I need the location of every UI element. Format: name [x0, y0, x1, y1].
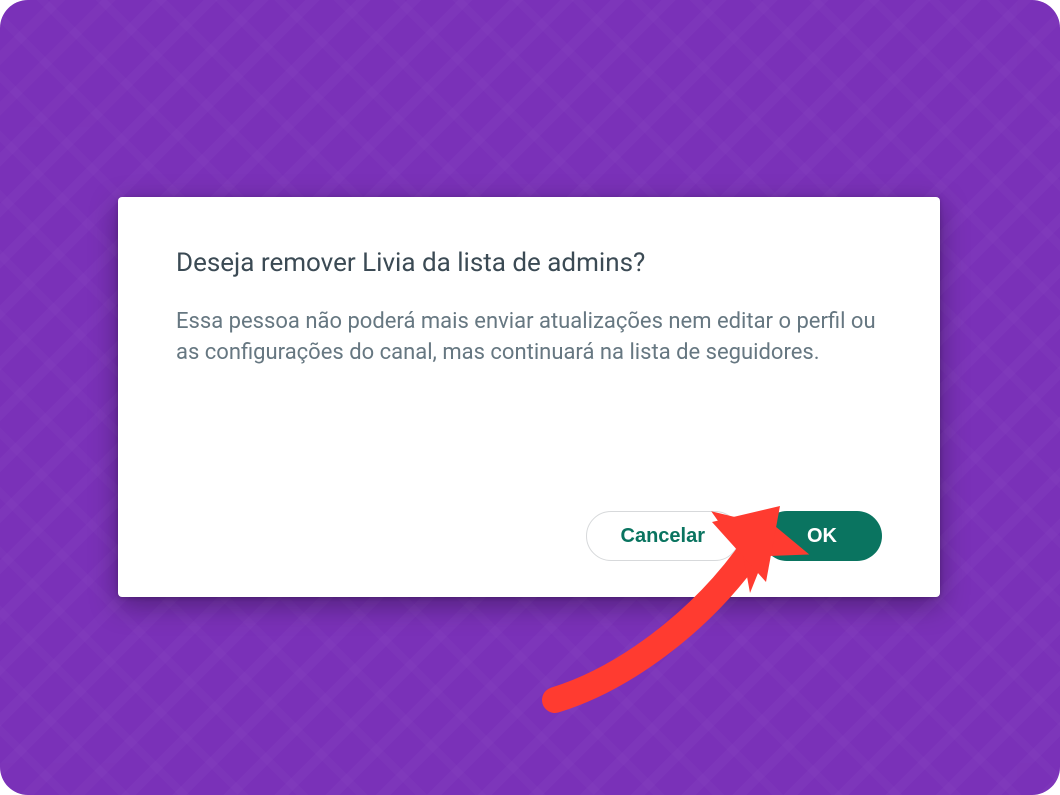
confirm-dialog: Deseja remover Livia da lista de admins?… — [118, 197, 940, 597]
dialog-title: Deseja remover Livia da lista de admins? — [176, 247, 882, 280]
dialog-actions: Cancelar OK — [176, 491, 882, 561]
dialog-body-text: Essa pessoa não poderá mais enviar atual… — [176, 306, 882, 370]
stage: Deseja remover Livia da lista de admins?… — [0, 0, 1060, 795]
ok-button[interactable]: OK — [762, 511, 882, 561]
cancel-button[interactable]: Cancelar — [586, 511, 741, 561]
